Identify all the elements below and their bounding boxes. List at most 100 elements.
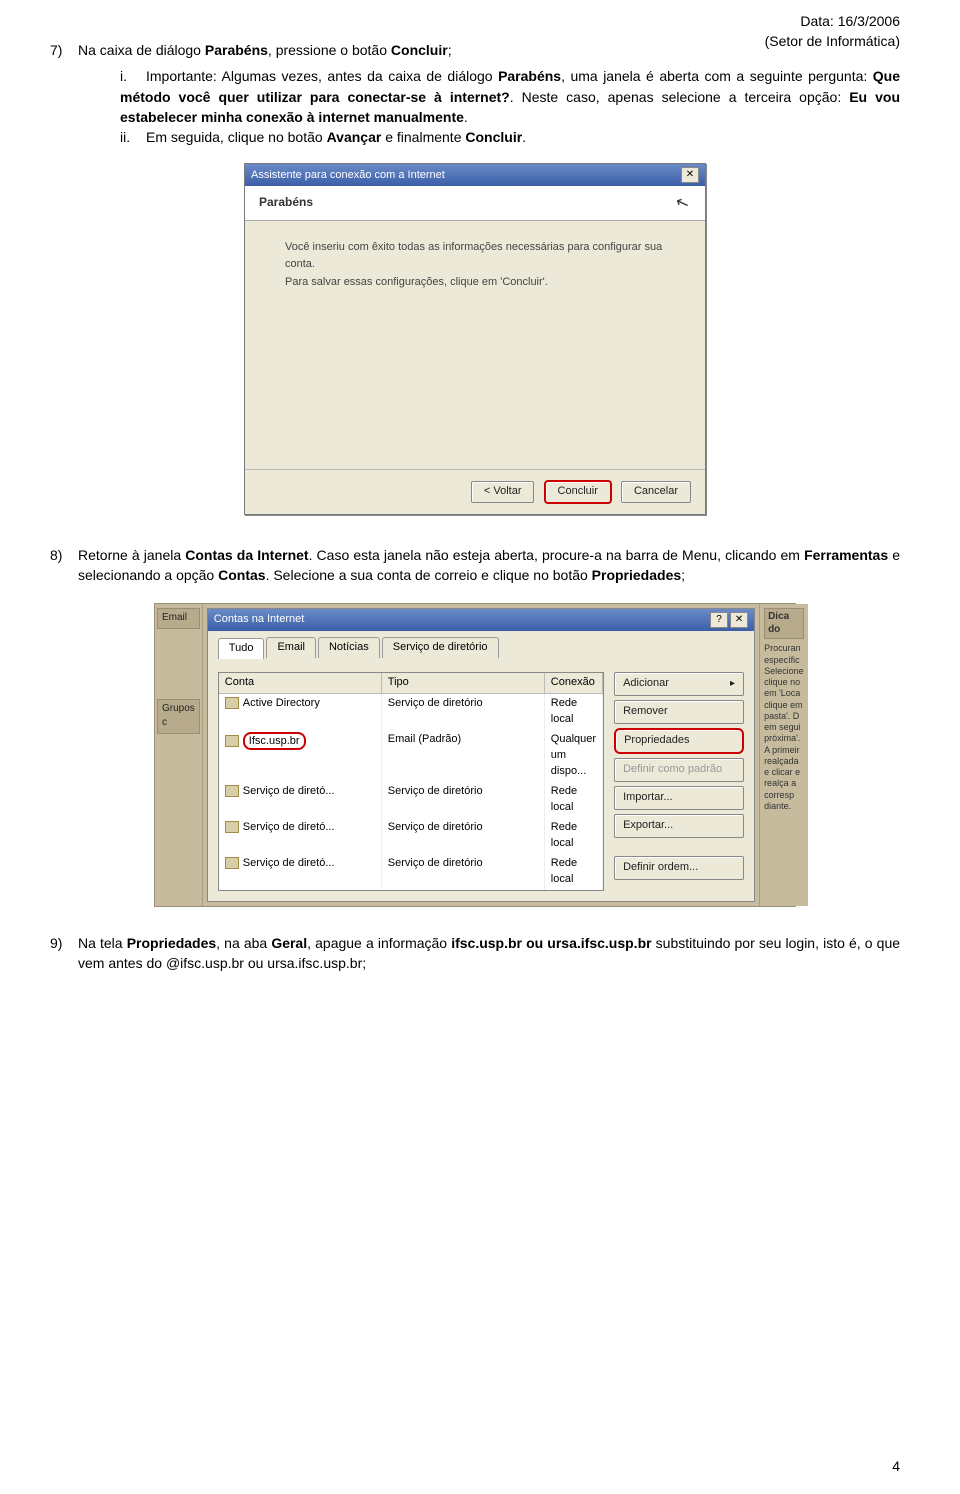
tab-noticias[interactable]: Notícias — [318, 637, 380, 658]
table-row[interactable]: Active Directory Serviço de diretório Re… — [219, 694, 603, 730]
cell: Active Directory — [243, 697, 320, 709]
wizard-line2: Para salvar essas configurações, clique … — [285, 274, 665, 292]
accounts-table: Conta Tipo Conexão Active Directory Serv… — [218, 672, 604, 890]
accounts-buttons: Adicionar▸ Remover Propriedades Definir … — [614, 672, 744, 890]
add-button[interactable]: Adicionar▸ — [614, 672, 744, 696]
cell: Rede local — [545, 854, 603, 890]
help-icon[interactable]: ? — [710, 612, 728, 628]
s8-b2: Ferramentas — [804, 547, 888, 563]
cell: Rede local — [545, 782, 603, 818]
tab-email[interactable]: Email — [266, 637, 316, 658]
cell-highlighted: Ifsc.usp.br — [243, 732, 306, 750]
cell: Serviço de diretório — [382, 782, 545, 818]
finish-button[interactable]: Concluir — [544, 480, 612, 504]
tip-pane: Dica do Procuran específic Selecione cli… — [759, 604, 808, 905]
s9-b2: Geral — [271, 935, 307, 951]
tab-servico[interactable]: Serviço de diretório — [382, 637, 499, 658]
close-icon[interactable]: ✕ — [681, 167, 699, 183]
s8-t4: . Selecione a sua conta de correio e cli… — [266, 567, 592, 583]
step-7-b2: Concluir — [391, 42, 448, 58]
step-8-num: 8) — [50, 545, 78, 565]
s8-t5: ; — [681, 567, 685, 583]
wizard-footer: < Voltar Concluir Cancelar — [245, 469, 705, 514]
wizard-header: Parabéns ↖ — [245, 186, 705, 220]
step-7-pre: Na caixa de diálogo — [78, 42, 205, 58]
outlook-bar: Email Grupos c — [155, 604, 203, 905]
s7i-b1: Parabéns — [498, 68, 561, 84]
wizard-titlebar: Assistente para conexão com a Internet ✕ — [245, 164, 705, 186]
s9-t1: Na tela — [78, 935, 127, 951]
step-7-ii: ii.Em seguida, clique no botão Avançar e… — [120, 127, 900, 147]
step-7-num: 7) — [50, 40, 78, 60]
s7ii-b1: Avançar — [327, 129, 382, 145]
s9-b3: ifsc.usp.br ou ursa.ifsc.usp.br — [451, 935, 651, 951]
cell: Serviço de diretó... — [243, 785, 335, 797]
header-date: Data: 16/3/2006 — [765, 12, 900, 32]
back-button[interactable]: < Voltar — [471, 481, 535, 503]
outlook-email-label[interactable]: Email — [157, 608, 200, 629]
accounts-dialog: Contas na Internet ? ✕ Tudo Email Notíci… — [207, 608, 755, 901]
header-right: Data: 16/3/2006 (Setor de Informática) — [765, 12, 900, 51]
s8-b4: Propriedades — [592, 567, 681, 583]
step-7-mid: , pressione o botão — [268, 42, 391, 58]
cell: Serviço de diretó... — [243, 857, 335, 869]
table-row[interactable]: Serviço de diretó... Serviço de diretóri… — [219, 854, 603, 890]
s7ii-t2: e finalmente — [381, 129, 465, 145]
directory-icon — [225, 857, 239, 869]
properties-button[interactable]: Propriedades — [614, 728, 744, 754]
accounts-head: Conta Tipo Conexão — [219, 673, 603, 694]
import-button[interactable]: Importar... — [614, 786, 744, 810]
s8-t2: . Caso esta janela não esteja aberta, pr… — [309, 547, 805, 563]
col-tipo[interactable]: Tipo — [382, 673, 545, 694]
cell: Serviço de diretório — [382, 694, 545, 730]
s9-b1: Propriedades — [127, 935, 216, 951]
directory-icon — [225, 821, 239, 833]
s7ii-t1: Em seguida, clique no botão — [146, 129, 327, 145]
cell: Serviço de diretório — [382, 818, 545, 854]
s7i-t1: Importante: Algumas vezes, antes da caix… — [146, 68, 498, 84]
order-button[interactable]: Definir ordem... — [614, 856, 744, 880]
cell: Qualquer um dispo... — [545, 730, 603, 782]
s8-t1: Retorne à janela — [78, 547, 185, 563]
accounts-title-text: Contas na Internet — [214, 612, 305, 628]
close-icon[interactable]: ✕ — [730, 612, 748, 628]
s8-b3: Contas — [218, 567, 265, 583]
col-conta[interactable]: Conta — [219, 673, 382, 694]
tip-body: Procuran específic Selecione clique no e… — [764, 643, 804, 812]
step-7-i: i.Importante: Algumas vezes, antes da ca… — [120, 66, 900, 127]
wizard-dialog: Assistente para conexão com a Internet ✕… — [244, 163, 706, 514]
step-8: 8) Retorne à janela Contas da Internet. … — [50, 545, 900, 586]
outlook-grupos-label[interactable]: Grupos c — [157, 699, 200, 734]
s7ii-b2: Concluir — [465, 129, 522, 145]
default-button[interactable]: Definir como padrão — [614, 758, 744, 782]
step-7-post: ; — [448, 42, 452, 58]
s9-t2: , na aba — [216, 935, 271, 951]
s9-t3: , apague a informação — [307, 935, 451, 951]
wizard-title-text: Assistente para conexão com a Internet — [251, 168, 445, 184]
step-7-b1: Parabéns — [205, 42, 268, 58]
page: Data: 16/3/2006 (Setor de Informática) 7… — [0, 0, 960, 1494]
accounts-titlebar: Contas na Internet ? ✕ — [208, 609, 754, 631]
table-row[interactable]: Serviço de diretó... Serviço de diretóri… — [219, 782, 603, 818]
table-row[interactable]: Serviço de diretó... Serviço de diretóri… — [219, 818, 603, 854]
s7i-t3: . Neste caso, apenas selecione a terceir… — [510, 89, 849, 105]
chevron-right-icon: ▸ — [730, 677, 735, 692]
step-9: 9) Na tela Propriedades, na aba Geral, a… — [50, 933, 900, 974]
tip-head: Dica do — [764, 608, 804, 639]
cell: Rede local — [545, 694, 603, 730]
cell: Serviço de diretório — [382, 854, 545, 890]
tab-tudo[interactable]: Tudo — [218, 638, 265, 659]
wizard-body: Você inseriu com êxito todas as informaç… — [245, 221, 705, 469]
s7i-t2: , uma janela é aberta com a seguinte per… — [561, 68, 873, 84]
s7i-t4: . — [464, 109, 468, 125]
cancel-button[interactable]: Cancelar — [621, 481, 691, 503]
table-row[interactable]: Ifsc.usp.br Email (Padrão) Qualquer um d… — [219, 730, 603, 782]
export-button[interactable]: Exportar... — [614, 814, 744, 838]
col-conexao[interactable]: Conexão — [545, 673, 603, 694]
cell: Rede local — [545, 818, 603, 854]
page-number: 4 — [892, 1458, 900, 1474]
remove-button[interactable]: Remover — [614, 700, 744, 724]
s7ii-t3: . — [522, 129, 526, 145]
body-text: 7)Na caixa de diálogo Parabéns, pression… — [50, 40, 900, 973]
directory-icon — [225, 785, 239, 797]
